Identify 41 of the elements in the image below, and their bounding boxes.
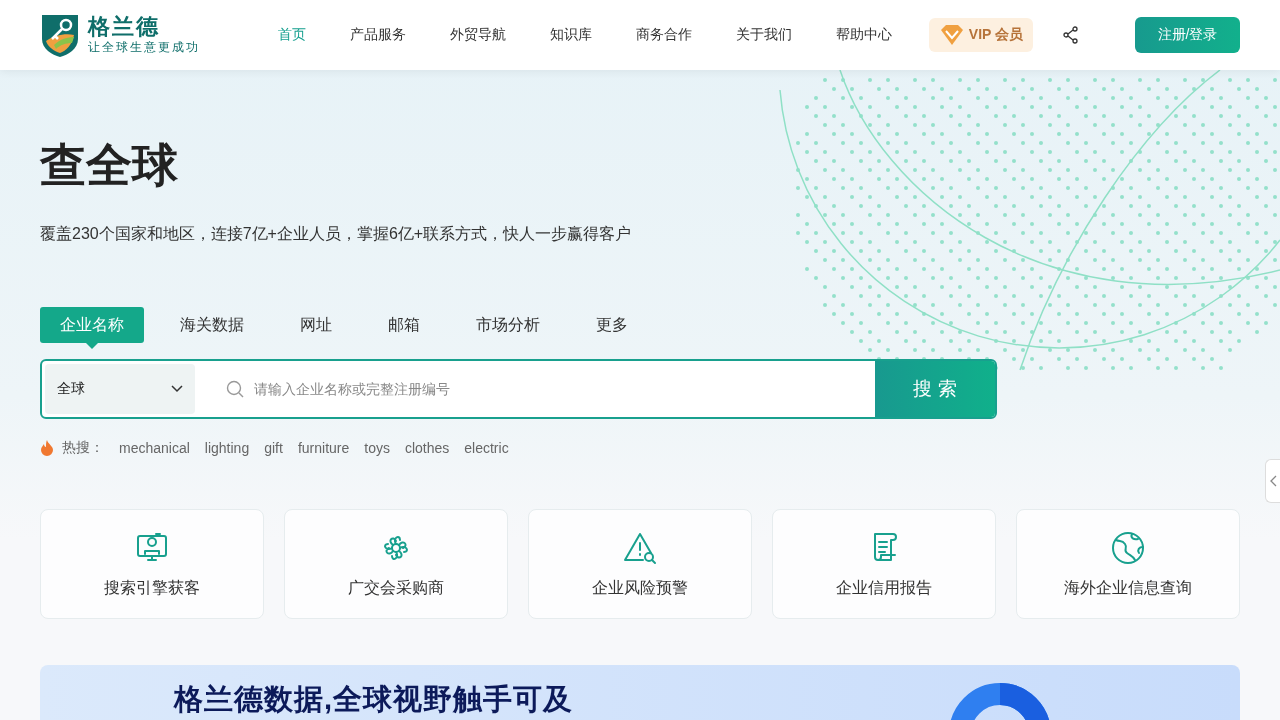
search-tab[interactable]: 邮箱	[368, 307, 440, 343]
search-tab[interactable]: 海关数据	[160, 307, 264, 343]
feature-label: 海外企业信息查询	[1064, 577, 1192, 598]
share-icon[interactable]	[1063, 26, 1079, 44]
diamond-icon	[938, 24, 965, 46]
feature-label: 企业信用报告	[836, 577, 932, 598]
hot-keyword-link[interactable]: mechanical	[119, 440, 190, 456]
feature-card[interactable]: 海外企业信息查询	[1016, 509, 1240, 619]
feature-card[interactable]: 搜索引擎获客	[40, 509, 264, 619]
search-tab[interactable]: 更多	[576, 307, 648, 343]
feature-label: 广交会采购商	[348, 577, 444, 598]
banner-headline: 格兰德数据,全球视野触手可及	[174, 683, 574, 715]
shield-key-logo-icon	[40, 12, 80, 58]
tab-pointer-icon	[86, 343, 98, 349]
search-tab[interactable]: 市场分析	[456, 307, 560, 343]
logo-slogan: 让全球生意更成功	[88, 38, 200, 56]
hero-title: 查全球	[40, 138, 179, 192]
feature-card[interactable]: 企业风险预警	[528, 509, 752, 619]
nav-link[interactable]: 知识库	[534, 26, 608, 44]
feature-card[interactable]: 企业信用报告	[772, 509, 996, 619]
nav-link[interactable]: 商务合作	[620, 26, 708, 44]
hero-subtitle: 覆盖230个国家和地区，连接7亿+企业人员，掌握6亿+联系方式，快人一步赢得客户	[40, 224, 632, 244]
flame-icon	[40, 440, 54, 456]
chevron-left-icon	[1269, 475, 1277, 487]
hot-keyword-link[interactable]: electric	[464, 440, 509, 456]
nav-link[interactable]: 帮助中心	[820, 26, 908, 44]
feature-label: 企业风险预警	[592, 577, 688, 598]
nav-link[interactable]: 关于我们	[720, 26, 808, 44]
nav-link[interactable]: 外贸导航	[434, 26, 522, 44]
hot-keyword-link[interactable]: toys	[364, 440, 390, 456]
hot-keyword-link[interactable]: furniture	[297, 440, 350, 456]
hot-keyword-link[interactable]: clothes	[404, 440, 450, 456]
globe-icon	[1110, 529, 1146, 566]
search-tab[interactable]: 网址	[280, 307, 352, 343]
hot-search-label: 热搜：	[62, 439, 104, 457]
nav-link[interactable]: 产品服务	[334, 26, 422, 44]
feature-card[interactable]: 广交会采购商	[284, 509, 508, 619]
hot-keyword-link[interactable]: gift	[264, 440, 283, 456]
feature-label: 搜索引擎获客	[104, 577, 200, 598]
hot-keyword-link[interactable]: lighting	[204, 440, 250, 456]
logo-name: 格兰德	[88, 14, 161, 39]
